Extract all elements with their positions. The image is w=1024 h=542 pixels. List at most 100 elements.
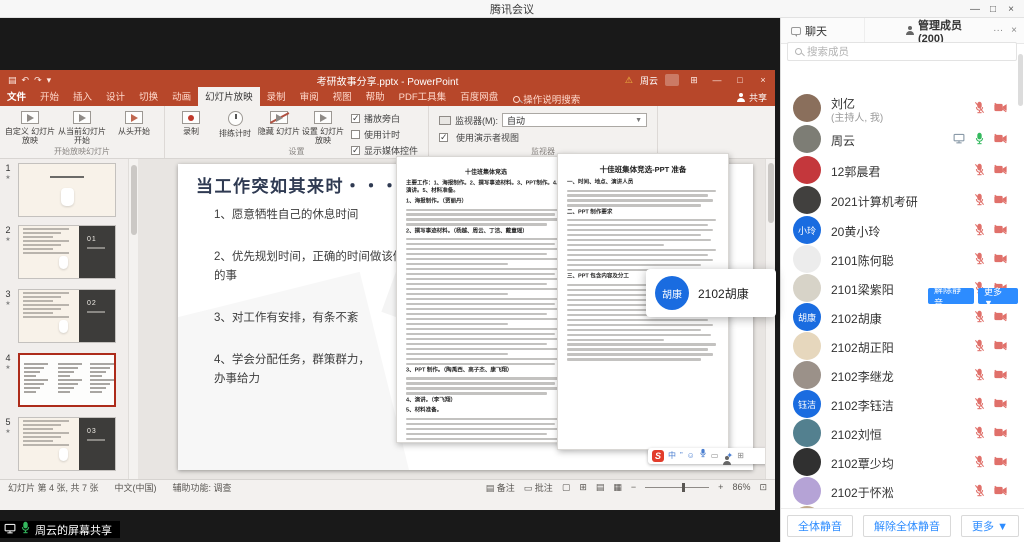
checkbox-播放旁白[interactable]: 播放旁白 [351,112,418,125]
slide-thumbnail-2[interactable]: 01 [18,225,116,279]
search-members-input[interactable]: 搜索成员 [787,42,1017,61]
monitor-dropdown[interactable]: 自动 ▼ [502,113,647,127]
ppt-restore-button[interactable]: □ [732,75,748,85]
camera-off-icon[interactable] [994,369,1007,380]
tell-me-search[interactable]: 操作说明搜索 [513,92,580,106]
member-row-周云[interactable]: 周云 [781,124,1019,154]
tab-视图[interactable]: 视图 [326,87,359,106]
ribbon-button-0[interactable]: 从头开始 [108,109,160,136]
tab-审阅[interactable]: 审阅 [293,87,326,106]
slide-thumbnail-3[interactable]: 02 [18,289,116,343]
voice-icon[interactable] [699,448,707,464]
undo-icon[interactable]: ↶ [22,75,30,86]
tab-录制[interactable]: 录制 [260,87,293,106]
mic-muted-icon[interactable] [974,484,985,497]
slide-editing-canvas[interactable]: 当工作突如其来时・・・ 1、愿意牺牲自己的休息时间2、优先规划时间，正确的时间做… [138,159,765,479]
panel-close-icon[interactable]: × [1011,25,1017,36]
member-list-scrollbar[interactable] [1017,46,1024,506]
panel-more-icon[interactable]: ··· [993,25,1003,36]
canvas-scrollbar[interactable] [765,159,775,479]
camera-off-icon[interactable] [994,102,1007,113]
maximize-button[interactable]: □ [984,4,1002,15]
ribbon-button-2[interactable]: 自定义 幻灯片放映 [4,109,56,145]
mic-muted-icon[interactable] [974,223,985,236]
reading-view-icon[interactable]: ▤ [596,482,605,493]
account-avatar[interactable] [665,74,679,86]
chinese-mode-icon[interactable]: 中 [668,448,676,464]
camera-off-icon[interactable] [994,427,1007,438]
zoom-in-icon[interactable]: + [718,482,723,492]
ppt-minimize-button[interactable]: — [709,75,725,85]
mic-muted-icon[interactable] [974,368,985,381]
grid-icon[interactable]: ⊞ [737,448,744,464]
unmute-member-button[interactable]: 解除静音 [928,288,974,304]
zoom-slider[interactable] [645,487,709,488]
mic-muted-icon[interactable] [974,193,985,206]
sogou-ime-toolbar[interactable]: S中”☺ ▭✦⊞ [648,448,772,464]
camera-off-icon[interactable] [994,456,1007,467]
tab-PDF工具集[interactable]: PDF工具集 [392,87,454,106]
mute-all-button[interactable]: 全体静音 [787,515,853,537]
checkbox-使用计时[interactable]: 使用计时 [351,128,418,141]
member-row-2102李钰洁[interactable]: 钰洁2102李钰洁 [781,389,1019,419]
zoom-slider-thumb[interactable] [682,483,685,492]
comments-button[interactable]: ▭ 批注 [524,481,553,494]
member-row-2102胡正阳[interactable]: 2102胡正阳 [781,331,1019,361]
member-row-2101陈何聪[interactable]: 2101陈何聪 [781,244,1019,274]
member-row-20黄小玲[interactable]: 小玲20黄小玲 [781,215,1019,245]
more-button[interactable]: 更多 ▼ [961,515,1019,537]
share-button[interactable]: 共享 [737,91,767,104]
sogou-logo-icon[interactable]: S [652,450,664,462]
member-row-刘亿[interactable]: 刘亿(主持人, 我) [781,93,1019,123]
camera-off-icon[interactable] [994,133,1007,144]
ribbon-button-设置-3[interactable]: 录制 [169,109,213,136]
camera-off-icon[interactable] [994,340,1007,351]
slide-title[interactable]: 当工作突如其来时・・・ [196,172,400,197]
punctuation-icon[interactable]: ” [680,448,683,464]
camera-off-icon[interactable] [994,398,1007,409]
mic-muted-icon[interactable] [974,426,985,439]
ribbon-button-设置-2[interactable]: 排练计时 [213,109,257,138]
slide-thumbnail-5[interactable]: 03 [18,417,116,471]
camera-off-icon[interactable] [994,311,1007,322]
close-button[interactable]: × [1002,4,1020,15]
slide-thumbnail-1[interactable] [18,163,116,217]
tab-帮助[interactable]: 帮助 [359,87,392,106]
tab-插入[interactable]: 插入 [66,87,99,106]
mic-on-icon[interactable] [974,132,985,145]
ribbon-button-设置-0[interactable]: 设置 幻灯片放映 [301,109,345,145]
member-row-2102李继龙[interactable]: 2102李继龙 [781,360,1019,390]
quick-access-toolbar[interactable]: ▤ ↶ ↷ ▾ [8,75,51,86]
fit-to-window-icon[interactable]: ⊡ [759,482,767,493]
tab-manage-members[interactable]: 管理成员(200) [897,18,993,43]
camera-off-icon[interactable] [994,485,1007,496]
mic-muted-icon[interactable] [974,252,985,265]
tab-动画[interactable]: 动画 [165,87,198,106]
tab-设计[interactable]: 设计 [99,87,132,106]
save-icon[interactable]: ▤ [8,75,17,86]
slide-thumbnail-4[interactable] [18,353,116,407]
zoom-out-icon[interactable]: − [631,482,636,492]
tab-百度网盘[interactable]: 百度网盘 [453,87,505,106]
camera-off-icon[interactable] [994,164,1007,175]
member-row-2102于怀淞[interactable]: 2102于怀淞 [781,476,1019,506]
qat-dropdown-icon[interactable]: ▾ [47,75,52,86]
member-row-2102覃少均[interactable]: 2102覃少均 [781,447,1019,477]
redo-icon[interactable]: ↷ [34,75,42,86]
tab-切换[interactable]: 切换 [132,87,165,106]
ribbon-display-options-icon[interactable]: ⊞ [686,75,702,86]
emoji-icon[interactable]: ☺ [687,448,695,464]
mic-muted-icon[interactable] [974,397,985,410]
camera-off-icon[interactable] [994,224,1007,235]
tab-幻灯片放映[interactable]: 幻灯片放映 [198,87,260,106]
member-more-button[interactable]: 更多 ▼ [978,288,1018,304]
mic-muted-icon[interactable] [974,163,985,176]
slideshow-icon[interactable]: ▦ [613,482,622,493]
tab-chat[interactable]: 聊天 [781,18,865,43]
member-row-12郭晨君[interactable]: 12郭晨君 [781,155,1019,185]
notes-button[interactable]: ▤ 备注 [486,481,515,494]
member-row-2102刘恒[interactable]: 2102刘恒 [781,418,1019,448]
slide-sorter-icon[interactable]: ⊞ [579,482,587,493]
mic-muted-icon[interactable] [974,101,985,114]
presenter-view-checkbox[interactable]: 使用演示者视图 [439,131,647,144]
